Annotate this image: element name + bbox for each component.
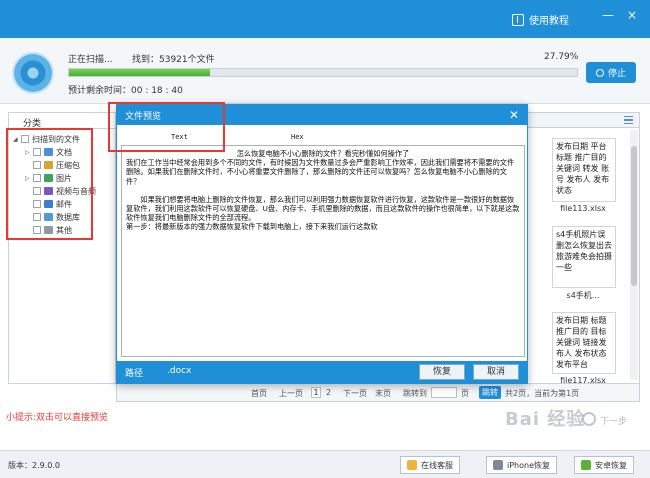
android-icon	[581, 460, 591, 470]
title-bar: 使用教程 — ×	[0, 0, 650, 38]
close-icon[interactable]: ✕	[509, 108, 521, 122]
tab-hex[interactable]: Hex	[291, 133, 304, 141]
preview-line	[126, 186, 520, 195]
stop-button[interactable]: 停止	[586, 62, 636, 83]
stop-label: 停止	[607, 69, 626, 79]
iphone-recovery-button[interactable]: iPhone恢复	[486, 456, 558, 474]
file-name: file113.xlsx	[560, 204, 606, 213]
minimize-button[interactable]: —	[600, 8, 616, 22]
progress-fill	[69, 69, 211, 76]
scroll-thumb[interactable]	[631, 146, 637, 286]
file-name: s4手机...	[566, 291, 600, 300]
preview-line: 我们在工作当中经常会用到多个不同的文件，有时候因为文件数量过多会严重影响工作效率…	[126, 158, 515, 186]
progress-bar	[68, 68, 578, 77]
android-recovery-button[interactable]: 安卓恢复	[574, 456, 634, 474]
thumb-text: 发布日期 平台标题 推广目的 关键词 转发 账号 发布人 发布状态	[556, 142, 610, 195]
last-page-link[interactable]: 末页	[375, 388, 391, 399]
chat-icon	[407, 460, 417, 470]
scan-status: 正在扫描...	[68, 55, 113, 65]
help-tutorial-link[interactable]: 使用教程	[512, 12, 569, 27]
found-count: 找到：53921个文件	[132, 55, 215, 65]
book-icon	[512, 13, 524, 26]
page-summary: 共2页，当前为第1页	[505, 389, 580, 398]
page-1[interactable]: 1	[311, 387, 321, 398]
thumb-text: s4手机照片误删怎么恢复出去旅游难免会拍摄一些	[556, 230, 612, 272]
restore-button[interactable]: 恢复	[419, 364, 465, 380]
cancel-button[interactable]: 取消	[473, 364, 519, 380]
file-thumb-1[interactable]: 发布日期 平台标题 推广目的 关键词 转发 账号 发布人 发布状态	[552, 138, 616, 202]
path-label: 路径	[125, 369, 144, 379]
android-recovery-label: 安卓恢复	[595, 460, 627, 470]
help-label: 使用教程	[529, 16, 569, 27]
stop-icon	[595, 68, 604, 77]
category-tab[interactable]: 分类	[8, 112, 116, 129]
thumb-text: 发布日期 标题推广目的 目标关键词 链接发布人 发布状态 发布平台	[556, 316, 607, 369]
preview-text-area[interactable]: 怎么恢复电脑不小心删除的文件？看完秒懂如何操作了 我们在工作当中经常会用到多个不同…	[121, 145, 525, 357]
jump-page-input[interactable]	[431, 387, 457, 398]
remaining-time: 预计剩余时间：00 : 18 : 40	[68, 86, 183, 96]
list-scrollbar[interactable]	[630, 130, 638, 380]
hint-text: 小提示:双击可以直接预览	[6, 413, 109, 423]
progress-percent: 27.79%	[544, 52, 579, 62]
jump-button[interactable]: 跳转	[479, 386, 501, 399]
prev-page-link[interactable]: 上一页	[279, 388, 303, 399]
online-support-button[interactable]: 在线客服	[400, 456, 460, 474]
highlight-box-tree	[6, 128, 93, 240]
preview-line: 第一步：将最新版本的强力数据恢复软件下载到电脑上，接下来我们运行这款软	[126, 222, 378, 232]
watermark-next: 下一步	[600, 417, 628, 427]
page-unit-label: 页	[461, 389, 469, 398]
close-window-button[interactable]: ×	[624, 8, 640, 22]
watermark-logo: Bai 经验	[505, 409, 586, 430]
preview-line: 如果我们想要将电脑上删除的文件恢复，那么我们可以利用强力数据恢复软件进行恢复，这…	[126, 194, 520, 223]
file-thumb-3[interactable]: 发布日期 标题推广目的 目标关键词 链接发布人 发布状态 发布平台	[552, 312, 616, 374]
first-page-link[interactable]: 首页	[251, 388, 267, 399]
page-2[interactable]: 2	[326, 388, 331, 397]
disk-scan-icon	[14, 54, 52, 92]
phone-icon	[493, 460, 503, 470]
next-page-link[interactable]: 下一页	[343, 388, 367, 399]
dialog-footer: 路径 .docx 恢复 取消	[117, 361, 527, 383]
highlight-box-preview	[108, 102, 225, 152]
menu-icon[interactable]	[624, 116, 633, 124]
path-value: .docx	[167, 366, 192, 376]
version-text: 版本：2.9.0.0	[8, 461, 60, 470]
file-thumb-2[interactable]: s4手机照片误删怎么恢复出去旅游难免会拍摄一些	[552, 226, 616, 288]
jump-to-label: 跳转到	[403, 389, 427, 398]
watermark-next-icon	[582, 412, 596, 426]
pagination: 首页 上一页 1 2 下一页 末页 跳转到 页 跳转 共2页，当前为第1页	[116, 384, 640, 402]
iphone-recovery-label: iPhone恢复	[507, 460, 551, 470]
footer-bar: 版本：2.9.0.0 在线客服 iPhone恢复 安卓恢复	[0, 450, 650, 478]
online-support-label: 在线客服	[421, 460, 453, 470]
scan-panel: 正在扫描... 找到：53921个文件 27.79% 预计剩余时间：00 : 1…	[0, 38, 650, 104]
